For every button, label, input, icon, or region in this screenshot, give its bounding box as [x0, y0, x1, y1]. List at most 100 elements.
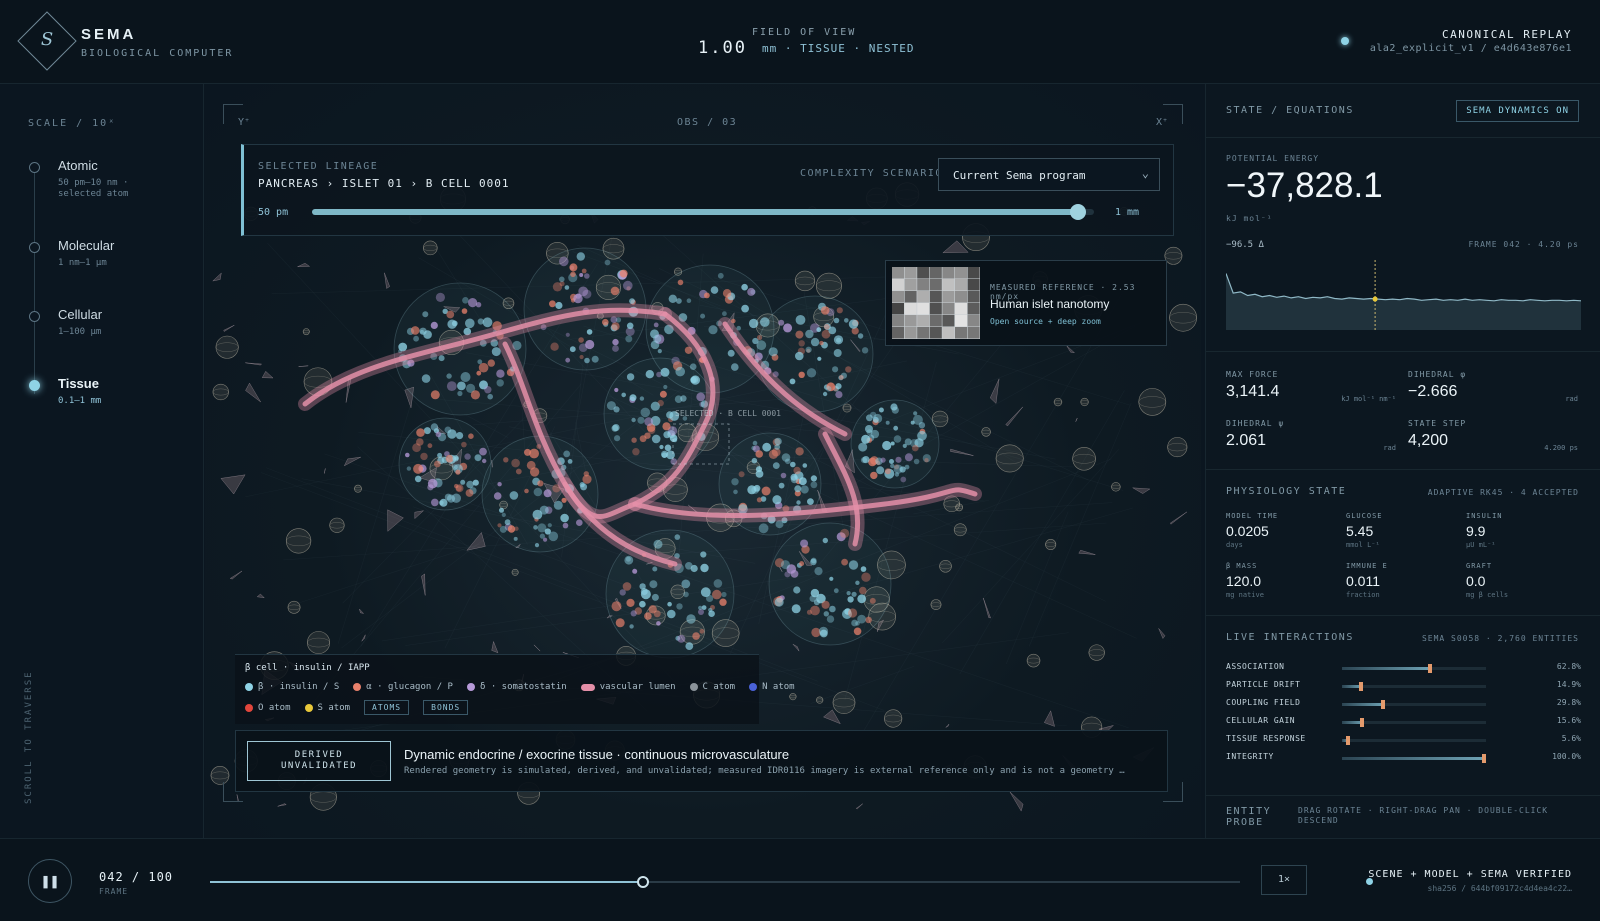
legend-label: C atom [702, 682, 736, 692]
model-time-metric: MODEL TIME 0.0205 days [1226, 512, 1278, 549]
app-header: S SEMA BIOLOGICAL COMPUTER FIELD OF VIEW… [0, 0, 1600, 84]
legend-item: C atom [689, 682, 736, 692]
timeline-thumb[interactable] [636, 876, 649, 888]
frame-counter: 042 / 100 [99, 870, 174, 884]
legend-item: α · glucagon / P [353, 682, 453, 692]
graft-metric: GRAFT 0.0 mg β cells [1466, 562, 1508, 599]
metric-label: MAX FORCE [1226, 370, 1279, 379]
metric-unit: mg β cells [1466, 591, 1509, 599]
legend-title: β cell · insulin / IAPP [245, 663, 370, 673]
timeline-scrubber[interactable] [210, 876, 1240, 888]
axis-x-label: X⁺ [1155, 117, 1168, 128]
interaction-row: COUPLING FIELD 29.8% [1226, 698, 1581, 712]
pause-button[interactable]: ❚❚ [28, 859, 72, 903]
interaction-knob [1428, 664, 1433, 673]
selected-cell-marker[interactable]: SELECTED · B CELL 0001 [675, 409, 781, 418]
energy-section: POTENTIAL ENERGY −37,828.1 kJ mol⁻¹ −96.… [1206, 138, 1600, 352]
dynamics-toggle-button[interactable]: SEMA DYNAMICS ON [1456, 100, 1579, 122]
reference-card[interactable]: MEASURED REFERENCE · 2.53 nm/px Human is… [885, 260, 1167, 346]
atoms-toggle[interactable]: ATOMS [364, 700, 410, 715]
scale-item-label: Tissue [58, 376, 99, 391]
range-min-label: 50 pm [258, 207, 289, 218]
interaction-bar [1342, 664, 1486, 673]
status-description: Rendered geometry is simulated, derived,… [404, 766, 1125, 776]
legend-label: β · insulin / S [258, 682, 340, 692]
tissue-viewport[interactable]: SELECTED · B CELL 0001 Y⁺ X⁺ OBS / 03 SE… [205, 84, 1201, 838]
rail-line [34, 164, 35, 394]
interactions-section: LIVE INTERACTIONS SEMA S0058 · 2,760 ENT… [1206, 616, 1600, 796]
scale-item-label: Atomic [58, 158, 98, 173]
scale-item-range: 0.1–1 mm [58, 396, 102, 406]
fov-label: FIELD OF VIEW [752, 27, 857, 38]
derived-unvalidated-badge: DERIVED UNVALIDATED [247, 741, 391, 781]
interaction-fill [1342, 703, 1385, 706]
replay-id: ala2_explicit_v1 / e4d643e876e1 [1369, 43, 1572, 54]
logo-icon: S [40, 29, 54, 50]
interaction-value: 5.6% [1561, 734, 1581, 743]
scale-label: SCALE / 10ˣ [28, 118, 117, 129]
reference-title: Human islet nanotomy [990, 297, 1110, 311]
metric-unit: rad [1565, 395, 1578, 403]
scale-item-label: Cellular [58, 307, 103, 322]
status-title: Dynamic endocrine / exocrine tissue · co… [404, 747, 790, 762]
reference-thumbnail[interactable] [892, 267, 980, 339]
state-label: STATE / EQUATIONS [1226, 105, 1354, 116]
scale-range-slider[interactable] [312, 204, 1094, 220]
bonds-toggle[interactable]: BONDS [423, 700, 469, 715]
metric-label: GRAFT [1466, 562, 1493, 570]
interaction-row: INTEGRITY 100.0% [1226, 752, 1581, 766]
physiology-meta: ADAPTIVE RK45 · 4 ACCEPTED [1427, 488, 1579, 497]
metric-label: STATE STEP [1408, 419, 1467, 428]
interaction-value: 62.8% [1556, 662, 1581, 671]
interaction-value: 15.6% [1556, 716, 1581, 725]
dihedral-phi-metric: DIHEDRAL φ −2.666 rad [1408, 370, 1578, 403]
energy-cursor-dot [1372, 296, 1378, 302]
scroll-hint: SCROLL TO TRAVERSE [24, 670, 34, 804]
beta-mass-metric: β MASS 120.0 mg native [1226, 562, 1264, 599]
legend-item: vascular lumen [580, 682, 676, 692]
metric-value: −2.666 [1408, 383, 1458, 400]
speed-button[interactable]: 1× [1261, 865, 1307, 895]
energy-area [1226, 273, 1581, 330]
force-section: MAX FORCE 3,141.4 kJ mol⁻¹ nm⁻¹ DIHEDRAL… [1206, 352, 1600, 470]
lineage-breadcrumb[interactable]: PANCREAS › ISLET 01 › B CELL 0001 [258, 177, 510, 190]
dihedral-psi-metric: DIHEDRAL ψ 2.061 rad [1226, 419, 1396, 452]
legend-swatch-icon [353, 683, 362, 691]
lineage-label: SELECTED LINEAGE [258, 161, 379, 172]
metric-unit: mmol L⁻¹ [1346, 541, 1380, 549]
interaction-row: TISSUE RESPONSE 5.6% [1226, 734, 1581, 748]
scale-node-icon [29, 242, 40, 253]
chevron-down-icon: ⌄ [1141, 166, 1149, 180]
reference-link[interactable]: Open source + deep zoom [990, 317, 1101, 326]
interaction-name: ASSOCIATION [1226, 662, 1285, 671]
metric-value: 0.011 [1346, 573, 1380, 589]
interaction-fill [1342, 667, 1433, 670]
status-panel: DERIVED UNVALIDATED Dynamic endocrine / … [235, 730, 1168, 792]
pe-value: −37,828.1 [1226, 166, 1383, 205]
interaction-knob [1359, 682, 1364, 691]
pe-label: POTENTIAL ENERGY [1226, 154, 1320, 163]
metric-unit: 4.200 ps [1544, 444, 1578, 452]
scale-item-label: Molecular [58, 238, 115, 253]
complexity-select[interactable]: Current Sema program ⌄ [938, 158, 1160, 191]
legend-label: α · glucagon / P [366, 682, 453, 692]
legend-item: N atom [749, 682, 795, 692]
replay-title[interactable]: CANONICAL REPLAY [1442, 28, 1572, 41]
fov-detail: mm · TISSUE · NESTED [762, 42, 915, 55]
metric-unit: kJ mol⁻¹ nm⁻¹ [1341, 395, 1396, 403]
scale-node-icon [29, 162, 40, 173]
interaction-fill [1342, 757, 1486, 760]
interaction-row: ASSOCIATION 62.8% [1226, 662, 1581, 676]
scale-range-thumb[interactable] [1070, 204, 1087, 220]
interaction-row: CELLULAR GAIN 15.6% [1226, 716, 1581, 730]
legend-label: vascular lumen [599, 682, 676, 692]
interaction-value: 14.9% [1556, 680, 1581, 689]
metric-value: 120.0 [1226, 573, 1262, 589]
legend-label: S atom [317, 702, 351, 713]
legend-item: S atom [304, 702, 351, 713]
pe-delta: −96.5 Δ [1226, 240, 1264, 250]
legend-row: O atom S atom ATOMS BONDS [245, 700, 469, 715]
metric-label: GLUCOSE [1346, 512, 1383, 520]
energy-line [1226, 273, 1581, 302]
interaction-knob [1346, 736, 1351, 745]
